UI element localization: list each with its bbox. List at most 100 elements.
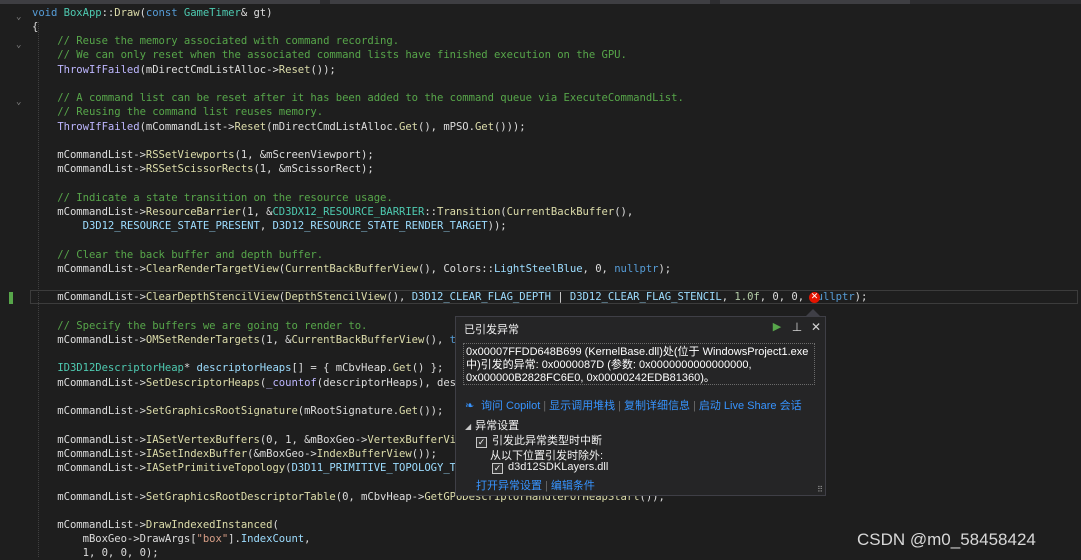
code-token: Draw [114,7,140,19]
live-share-link[interactable]: 启动 Live Share 会话 [699,400,802,412]
code-token: mCommandList-> [32,291,146,303]
code-token: mCommandList-> [32,377,146,389]
code-line[interactable]: mCommandList->ClearRenderTargetView(Curr… [32,262,671,276]
code-token: // A command list can be reset after it … [32,92,684,104]
code-token: CD3DX12_RESOURCE_BARRIER [272,206,425,218]
code-line[interactable]: mCommandList->SetGraphicsRootSignature(m… [32,404,443,418]
code-token: ID3D12DescriptorHeap [57,362,184,374]
code-line[interactable]: mBoxGeo->DrawArgs["box"].IndexCount, [32,532,311,546]
code-token: BoxApp [63,7,102,19]
break-on-exception-row[interactable]: ✓ 引发此异常类型时中断 [476,432,602,448]
code-token: )); [487,220,507,232]
code-token: SetDescriptorHeaps [145,377,260,389]
code-token: (mDirectCmdListAlloc-> [139,64,279,76]
code-token: mCommandList-> [32,163,146,175]
copy-details-link[interactable]: 复制详细信息 [624,400,690,412]
edit-conditions-link[interactable]: 编辑条件 [551,480,595,492]
code-line[interactable]: mCommandList->OMSetRenderTargets(1, &Cur… [32,333,494,347]
code-token: D3D12_CLEAR_FLAG_DEPTH [411,291,551,303]
code-token: DepthStencilView [285,291,387,303]
code-line[interactable]: ID3D12DescriptorHeap* descriptorHeaps[] … [32,361,443,375]
code-token: OMSetRenderTargets [145,334,260,346]
code-token: ]. [228,533,241,545]
error-icon[interactable]: ✕ [809,292,820,303]
module-checkbox[interactable]: ✓ [492,463,503,474]
code-token: mCommandList-> [32,491,146,503]
code-token: GameTimer [183,7,241,19]
code-token: (0, mCbvHeap-> [335,491,425,503]
resize-grip-icon[interactable]: ⠿ [817,485,823,494]
action-links: ❧ 询问 Copilot | 显示调用堆栈 | 复制详细信息 | 启动 Live Share … [465,400,802,412]
code-line[interactable]: mCommandList->DrawIndexedInstanced( [32,518,279,532]
code-line[interactable]: mCommandList->ResourceBarrier(1, &CD3DX1… [32,205,633,219]
module-row[interactable]: ✓ d3d12SDKLayers.dll [492,461,608,474]
code-token: 1, 0, 0, 0); [32,547,159,559]
code-line[interactable]: mCommandList->SetDescriptorHeaps(_counto… [32,376,500,390]
code-token: // Reuse the memory associated with comm… [32,35,400,47]
code-token: void [32,7,64,19]
code-token: Get [399,121,419,133]
ask-copilot-link[interactable]: 询问 Copilot [481,400,540,412]
collapse-icon: ◢ [465,422,472,431]
code-line[interactable]: mCommandList->RSSetViewports(1, &mScreen… [32,148,373,162]
editor-gutter: ⌄ ⌄ ⌄ [0,4,30,559]
code-line[interactable]: mCommandList->RSSetScissorRects(1, &mSci… [32,162,374,176]
code-line[interactable]: // Indicate a state transition on the re… [32,191,392,205]
code-token: Transition [437,206,501,218]
continue-icon[interactable]: ▶ [770,320,784,334]
code-token: ()); [418,405,444,417]
code-token: (0, 1, &mBoxGeo-> [259,434,368,446]
fold-icon[interactable]: ⌄ [16,41,22,50]
code-token: (1, & [240,206,273,218]
code-line[interactable]: // Specify the buffers we are going to r… [32,319,367,333]
open-exception-settings-link[interactable]: 打开异常设置 [476,480,542,492]
code-token: Get [399,405,419,417]
code-token: :: [101,7,115,19]
code-token: (1, &mScissorRect); [253,163,374,175]
code-token: ())); [493,121,526,133]
code-token: (mDirectCmdListAlloc. [266,121,400,133]
module-option-label: d3d12SDKLayers.dll [508,461,609,473]
fold-icon[interactable]: ⌄ [16,13,22,22]
code-line[interactable]: ThrowIfFailed(mCommandList->Reset(mDirec… [32,120,526,134]
code-line[interactable]: // Reusing the command list reuses memor… [32,105,323,119]
code-token: CurrentBackBuffer [506,206,615,218]
break-checkbox[interactable]: ✓ [476,437,487,448]
fold-icon[interactable]: ⌄ [16,98,22,107]
code-line[interactable]: mCommandList->IASetIndexBuffer(&mBoxGeo-… [32,447,437,461]
show-call-stack-link[interactable]: 显示调用堆栈 [549,400,615,412]
exception-settings-header[interactable]: ◢ 异常设置 [465,417,519,433]
code-token: Reset [278,64,311,76]
code-line[interactable]: 1, 0, 0, 0); [32,546,159,560]
code-token: (1, & [259,334,292,346]
code-line[interactable]: ThrowIfFailed(mDirectCmdListAlloc->Reset… [32,63,335,77]
code-line[interactable]: mCommandList->ClearDepthStencilView(Dept… [32,290,867,304]
exception-settings-label: 异常设置 [475,420,520,432]
code-line[interactable]: // Reuse the memory associated with comm… [32,34,399,48]
code-token: Get [474,121,494,133]
code-token: mBoxGeo->DrawArgs[ [32,533,197,545]
code-token: SetGraphicsRootDescriptorTable [145,491,336,503]
close-icon[interactable]: ✕ [809,320,823,334]
code-line[interactable]: mCommandList->IASetVertexBuffers(0, 1, &… [32,433,494,447]
code-token: :: [424,206,437,218]
code-token: , [304,533,311,545]
code-line[interactable]: // We can only reset when the associated… [32,48,627,62]
code-line[interactable]: void BoxApp::Draw(const GameTimer& gt) [32,6,273,20]
code-line[interactable]: // Clear the back buffer and depth buffe… [32,248,323,262]
code-line[interactable]: { [32,20,38,34]
code-token: _countof [266,377,317,389]
code-token: IASetPrimitiveTopology [145,462,286,474]
code-token: , [259,220,273,232]
code-line[interactable]: // A command list can be reset after it … [32,91,684,105]
code-token: (), mPSO. [418,121,475,133]
code-token: IndexBufferView [316,448,412,460]
code-token: D3D12_RESOURCE_STATE_PRESENT [82,220,260,232]
code-line[interactable]: D3D12_RESOURCE_STATE_PRESENT, D3D12_RESO… [32,219,507,233]
code-line[interactable]: mCommandList->IASetPrimitiveTopology(D3D… [32,461,494,475]
code-token: | [550,291,570,303]
pin-icon[interactable]: ⊥ [790,320,804,334]
code-token: CurrentBackBufferView [285,263,419,275]
